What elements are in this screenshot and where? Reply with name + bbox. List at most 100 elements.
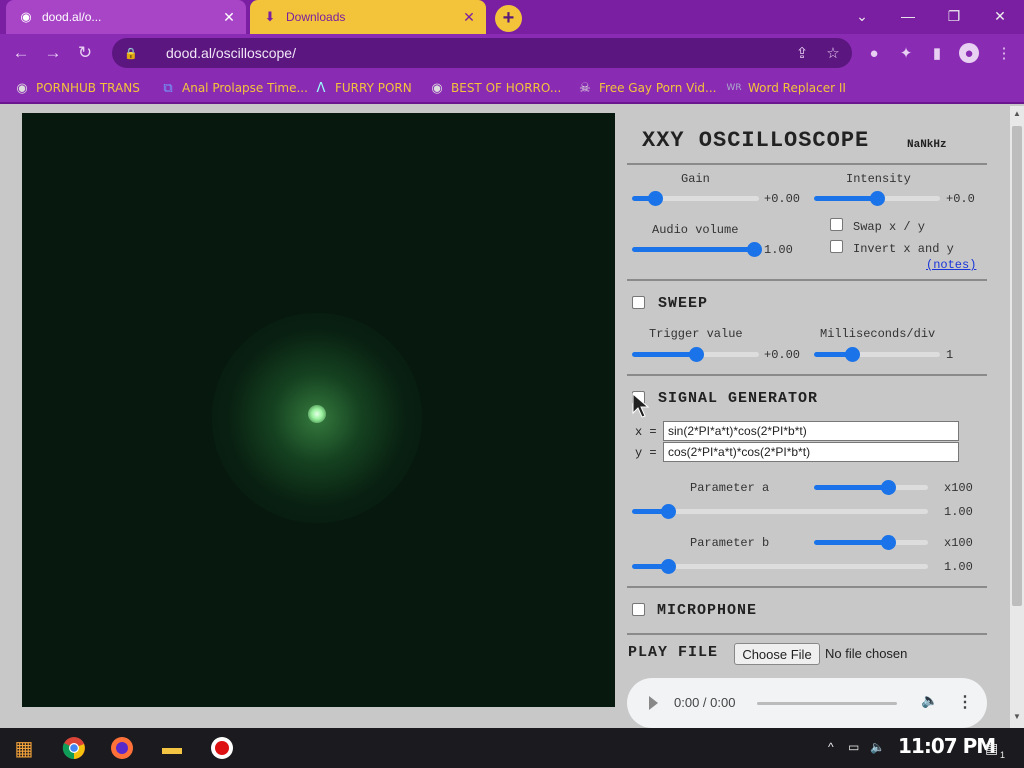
slider-thumb[interactable] [688,347,704,362]
side-panel-icon[interactable]: ▮ [927,43,947,63]
swap-xy-checkbox[interactable] [830,218,843,231]
globe-icon: ◉ [20,9,32,24]
choose-file-button[interactable]: Choose File [734,643,820,665]
bookmark-item[interactable]: ⧉ Anal Prolapse Time... [160,78,308,98]
bookmark-star-icon[interactable]: ☆ [823,43,843,63]
intensity-label: Intensity [846,172,911,186]
file-status: No file chosen [825,646,908,661]
parameter-b-multiplier-slider[interactable] [814,534,928,550]
sweep-heading: SWEEP [658,295,709,312]
tray-chevron-icon[interactable]: ^ [828,740,834,754]
download-icon: ⬇ [264,9,276,24]
parameter-a-label: Parameter a [690,481,770,495]
tab-downloads[interactable]: ⬇ Downloads ✕ [250,0,486,34]
slider-thumb[interactable] [844,347,860,362]
control-panel: XXY OSCILLOSCOPE NaNkHz Gain +0.00 Inten… [622,106,1010,728]
speaker-icon[interactable]: 🔈 [870,740,885,754]
bookmark-item[interactable]: WR Word Replacer II [726,78,846,98]
profile-avatar-icon[interactable]: ● [959,43,979,63]
oscilloscope-screen[interactable] [22,113,615,707]
slider-thumb[interactable] [660,559,676,574]
notes-link[interactable]: (notes) [926,258,976,272]
browser-toolbar: ← → ↻ 🔒 dood.al/oscilloscope/ ⇪ ☆ ● ✦ ▮ … [0,34,1024,72]
close-window-button[interactable]: ✕ [980,4,1020,28]
gain-slider[interactable] [632,190,759,206]
firefox-icon[interactable] [108,734,136,762]
bookmark-label: Word Replacer II [748,81,846,95]
invert-xy-checkbox[interactable] [830,240,843,253]
volume-icon[interactable]: 🔈 [921,693,938,710]
sweep-checkbox[interactable] [632,296,645,309]
slider-thumb[interactable] [870,191,885,206]
audio-progress-bar[interactable] [757,702,897,705]
slider-thumb[interactable] [746,242,762,257]
intensity-slider[interactable] [814,190,940,206]
menu-kebab-icon[interactable]: ⋮ [994,43,1014,63]
y-expression-input[interactable]: cos(2*PI*a*t)*cos(2*PI*b*t) [663,442,959,462]
restore-button[interactable]: ❐ [934,4,974,28]
audio-player: 0:00 / 0:00 🔈 ⋮ [627,678,987,728]
start-icon[interactable]: ▦ [10,734,38,762]
address-bar[interactable]: 🔒 dood.al/oscilloscope/ [112,38,852,68]
slider-thumb[interactable] [647,191,663,206]
trigger-slider[interactable] [632,346,759,362]
scrollbar-thumb[interactable] [1012,126,1022,606]
ms-div-slider[interactable] [814,346,940,362]
gain-value: +0.00 [764,192,801,206]
bookmark-item[interactable]: ☠ Free Gay Porn Vid... [577,78,716,98]
bookmark-item[interactable]: ◉ BEST OF HORRO... [429,78,561,98]
network-icon[interactable]: ▭ [848,740,859,754]
slider-fill [814,485,889,490]
new-tab-button[interactable]: + [495,5,522,32]
share-icon[interactable]: ⇪ [792,43,812,63]
skull-icon: ☠ [579,80,591,96]
parameter-b-slider[interactable] [632,558,928,574]
intensity-value: +0.0 [946,192,975,206]
tab-oscilloscope[interactable]: ◉ dood.al/o... ✕ [6,0,246,34]
forward-icon[interactable]: → [40,40,66,66]
divider [627,633,987,635]
divider [627,279,987,281]
slider-thumb[interactable] [660,504,676,519]
slider-thumb[interactable] [881,535,897,550]
parameter-a-slider[interactable] [632,503,928,519]
bookmark-item[interactable]: ◉ PORNHUB TRANS [14,78,140,98]
slider-thumb[interactable] [881,480,897,495]
taskbar-clock[interactable]: 11:07 PM [898,734,996,758]
url-text: dood.al/oscilloscope/ [166,45,296,61]
parameter-a-multiplier: x100 [944,481,973,495]
more-options-icon[interactable]: ⋮ [957,692,973,712]
play-icon[interactable] [649,696,658,710]
parameter-a-multiplier-slider[interactable] [814,479,928,495]
tab-label: dood.al/o... [42,10,102,24]
parameter-b-value: 1.00 [944,560,973,574]
minimize-button[interactable]: — [888,4,928,28]
scroll-up-icon[interactable]: ▲ [1013,109,1021,118]
x-expression-label: x = [635,425,657,439]
close-tab-icon[interactable]: ✕ [218,9,240,26]
trigger-label: Trigger value [649,327,743,341]
lock-icon[interactable]: 🔒 [124,47,138,60]
close-tab-icon[interactable]: ✕ [458,9,480,26]
tab-label: Downloads [286,10,346,24]
page-scrollbar[interactable]: ▲ ▼ [1010,106,1024,728]
x-expression-input[interactable]: sin(2*PI*a*t)*cos(2*PI*b*t) [663,421,959,441]
audio-volume-slider[interactable] [632,241,762,257]
chrome-icon[interactable] [60,734,88,762]
reload-icon[interactable]: ↻ [72,40,98,66]
tab-search-icon[interactable]: ⌄ [842,4,882,28]
back-icon[interactable]: ← [8,40,34,66]
audio-volume-value: 1.00 [764,243,793,257]
frequency-readout: NaNkHz [907,139,947,151]
page-title: XXY OSCILLOSCOPE [642,128,870,153]
microphone-checkbox[interactable] [632,603,645,616]
extension-avatar-icon[interactable]: ● [864,43,884,63]
extensions-puzzle-icon[interactable]: ✦ [896,43,916,63]
bookmark-label: BEST OF HORRO... [451,81,562,95]
notification-icon[interactable]: ▤ [985,740,998,757]
file-explorer-icon[interactable]: ▬ [158,734,186,762]
scroll-down-icon[interactable]: ▼ [1013,712,1021,721]
swap-xy-label: Swap x / y [853,220,926,234]
bookmark-item[interactable]: Λ FURRY PORN [313,78,412,98]
record-icon[interactable] [208,734,236,762]
